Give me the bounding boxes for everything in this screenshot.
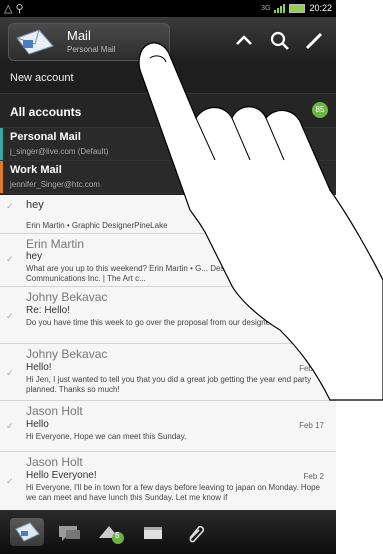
all-accounts-label: All accounts [10,105,82,119]
folders-icon [144,527,162,539]
list-item[interactable]: ✓ Erin Martin hey What are you up to thi… [0,234,336,287]
tab-group[interactable]: 5 [94,518,128,546]
account-name: Work Mail [10,164,62,176]
tab-attachments[interactable] [178,518,212,546]
account-dropdown: New account All accounts 85 Personal Mai… [0,65,336,195]
group-icon [99,526,124,544]
unread-count-badge: 85 [312,102,328,118]
message-list: ✓ hey Erin Martin • Graphic DesignerPine… [0,195,336,510]
signal-icon [274,3,286,13]
message-subject: hey [26,251,43,262]
read-check-icon[interactable]: ✓ [6,254,16,264]
group-badge: 5 [115,531,120,540]
message-sender: Johny Bekavac [26,290,108,304]
notification-icons: △ ⚲ [4,3,24,15]
compose-pencil-icon[interactable] [302,29,326,53]
account-item-work[interactable]: Work Mail jennifer_Singer@htc.com [0,161,336,194]
tab-conversations[interactable] [52,518,86,546]
collapse-chevron-icon[interactable] [232,29,256,53]
message-preview: What are you up to this weekend? Erin Ma… [26,264,276,283]
list-item[interactable]: ✓ Jason Holt Feb 17 Hello Hi Everyone, H… [0,401,336,452]
read-check-icon[interactable]: ✓ [6,421,16,431]
list-item[interactable]: ✓ Jason Holt Feb 2 Hello Everyone! Hi Ev… [0,452,336,510]
message-sender: Erin Martin [26,237,85,251]
inbox-icon [15,522,40,542]
message-preview: Erin Martin • Graphic DesignerPineLake [26,221,168,230]
message-subject: Re: Hello! [26,305,70,316]
message-sender: Jason Holt [26,404,83,418]
tab-folders[interactable] [136,518,170,546]
account-selector[interactable]: Mail Personal Mail [8,23,170,61]
new-account-item[interactable]: New account [0,65,336,94]
message-preview: Hi Jen, I just wanted to tell you that y… [26,375,312,394]
message-sender: hey [26,199,44,211]
clock: 20:22 [309,3,332,13]
header-subtitle: Personal Mail [67,45,116,54]
message-subject: Hello! [26,362,52,373]
mail-app: △ ⚲ 3G 20:22 Mail Personal Mail New acco… [0,0,336,554]
conversations-icon [59,526,80,541]
message-sender: Jason Holt [26,455,83,469]
list-item[interactable]: ✓ Johny Bekavac Feb 21 Hello! Hi Jen, I … [0,344,336,401]
read-check-icon[interactable]: ✓ [6,476,16,486]
tab-inbox[interactable] [10,518,44,546]
message-preview: Do you have time this week to go over th… [26,318,278,327]
header-title: Mail [67,28,91,43]
message-subject: Hello [26,419,49,430]
mail-envelope-icon [16,29,54,55]
battery-icon [289,3,306,13]
new-account-label: New account [10,72,74,84]
message-preview: Hi Everyone, I'll be in town for a few d… [26,483,320,502]
message-date: Feb 21 [299,364,324,373]
search-icon[interactable] [268,29,292,53]
account-email: j_singer@live.com (Default) [10,147,109,156]
network-label: 3G [261,4,271,12]
status-bar: △ ⚲ 3G 20:22 [0,0,336,17]
message-date: Feb 2 [303,472,324,481]
mail-header: Mail Personal Mail [0,17,336,65]
account-color-bar [0,128,3,160]
account-name: Personal Mail [10,131,81,143]
account-email: jennifer_Singer@htc.com [10,180,100,189]
message-sender: Johny Bekavac [26,347,108,361]
list-item[interactable]: ✓ Johny Bekavac Re: Hello! Do you have t… [0,287,336,344]
message-date: Feb 17 [299,421,324,430]
read-check-icon[interactable]: ✓ [6,201,16,211]
message-subject: Hello Everyone! [26,470,97,481]
read-check-icon[interactable]: ✓ [6,368,16,378]
attachment-icon [189,525,205,543]
message-preview: Hi Everyone, Hope we can meet this Sunda… [26,432,187,441]
list-item[interactable]: ✓ hey Erin Martin • Graphic DesignerPine… [0,195,336,234]
read-check-icon[interactable]: ✓ [6,311,16,321]
account-color-bar [0,161,3,193]
account-item-personal[interactable]: Personal Mail j_singer@live.com (Default… [0,128,336,161]
all-accounts-item[interactable]: All accounts 85 [0,94,336,128]
bottom-tab-bar: 5 [0,510,336,554]
